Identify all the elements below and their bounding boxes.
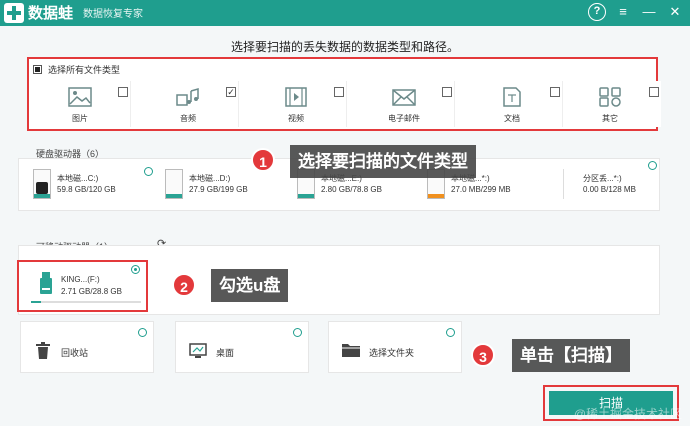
music-icon bbox=[175, 87, 201, 107]
drive-size: 59.8 GB/120 GB bbox=[57, 185, 116, 194]
drive-radio[interactable] bbox=[144, 167, 153, 176]
usb-drive-radio-selected[interactable] bbox=[131, 265, 140, 274]
desktop-icon bbox=[188, 342, 208, 360]
drive-item[interactable]: 分区丢...*:) 0.00 B/128 MB bbox=[563, 161, 659, 209]
drive-name: 本地磁...D:) bbox=[189, 174, 231, 183]
menu-icon[interactable]: ≡ bbox=[614, 3, 632, 21]
drive-item[interactable]: 本地磁...D:) 27.9 GB/199 GB bbox=[165, 167, 293, 209]
app-name: 数据蛙 bbox=[28, 5, 74, 22]
app-logo: 数据蛙 数据恢复专家 bbox=[4, 2, 143, 23]
drive-size: 27.9 GB/199 GB bbox=[189, 185, 248, 194]
file-type-document[interactable]: 文档 bbox=[471, 81, 563, 127]
instruction-text: 选择要扫描的丢失数据的数据类型和路径。 bbox=[230, 40, 459, 54]
hard-drive-icon bbox=[165, 169, 183, 199]
drive-size: 27.0 MB/299 MB bbox=[451, 185, 511, 194]
drive-name: KING...(F:) bbox=[61, 275, 100, 284]
location-label: 选择文件夹 bbox=[369, 348, 415, 358]
file-type-checkbox[interactable] bbox=[334, 87, 344, 97]
drive-size: 2.71 GB/28.8 GB bbox=[61, 287, 122, 296]
location-desktop[interactable]: 桌面 bbox=[175, 321, 309, 373]
step-1-callout: 选择要扫描的文件类型 bbox=[290, 145, 476, 178]
file-type-label: 电子邮件 bbox=[388, 114, 420, 123]
usage-bar bbox=[31, 301, 141, 303]
usb-drive-item[interactable]: KING...(F:) 2.71 GB/28.8 GB bbox=[17, 260, 148, 312]
file-type-other[interactable]: 其它 bbox=[569, 81, 661, 127]
drive-name: 分区丢...*:) bbox=[583, 174, 622, 183]
partition-divider bbox=[563, 169, 564, 199]
usb-drive-icon bbox=[39, 272, 52, 294]
step-2-badge: 2 bbox=[172, 273, 196, 297]
file-type-email[interactable]: 电子邮件 bbox=[363, 81, 455, 127]
app-subtitle: 数据恢复专家 bbox=[83, 9, 144, 20]
drive-name: 本地磁...C:) bbox=[57, 174, 99, 183]
file-type-image[interactable]: 图片 bbox=[39, 81, 131, 127]
location-label: 回收站 bbox=[61, 348, 89, 358]
drive-size: 2.80 GB/78.8 GB bbox=[321, 185, 382, 194]
other-icon bbox=[597, 87, 623, 107]
step-3-callout: 单击【扫描】 bbox=[512, 339, 630, 372]
file-type-checkbox[interactable] bbox=[118, 87, 128, 97]
select-all-box[interactable] bbox=[33, 65, 42, 74]
trash-icon bbox=[33, 342, 53, 360]
drive-radio[interactable] bbox=[648, 161, 657, 170]
file-types-panel: 选择所有文件类型 图片 音频 ✓ 视频 电子邮件 文档 其它 bbox=[27, 57, 661, 131]
plus-logo-icon bbox=[4, 2, 24, 23]
close-icon[interactable]: ✕ bbox=[666, 3, 684, 21]
file-type-label: 其它 bbox=[602, 114, 618, 123]
minimize-icon[interactable]: — bbox=[640, 3, 658, 21]
file-type-checkbox[interactable] bbox=[550, 87, 560, 97]
select-all-checkbox[interactable]: 选择所有文件类型 bbox=[33, 63, 120, 76]
file-type-checkbox[interactable]: ✓ bbox=[226, 87, 236, 97]
location-radio[interactable] bbox=[138, 328, 147, 337]
file-type-label: 文档 bbox=[504, 114, 520, 123]
windows-logo-icon bbox=[36, 182, 48, 194]
file-type-label: 音频 bbox=[180, 114, 196, 123]
step-1-badge: 1 bbox=[251, 148, 275, 172]
file-type-label: 图片 bbox=[72, 114, 88, 123]
location-select-folder[interactable]: 选择文件夹 bbox=[328, 321, 462, 373]
help-icon[interactable]: ? bbox=[588, 3, 606, 21]
usage-bar-fill bbox=[31, 301, 41, 303]
watermark: @稀土掘金技术社区 bbox=[573, 407, 682, 421]
hard-drive-icon bbox=[33, 169, 51, 199]
location-recycle-bin[interactable]: 回收站 bbox=[20, 321, 154, 373]
file-type-video[interactable]: 视频 bbox=[255, 81, 347, 127]
title-bar: 数据蛙 数据恢复专家 ? ≡ — ✕ bbox=[0, 0, 690, 26]
file-type-label: 视频 bbox=[288, 114, 304, 123]
image-icon bbox=[67, 87, 93, 107]
location-radio[interactable] bbox=[446, 328, 455, 337]
file-type-checkbox[interactable] bbox=[649, 87, 659, 97]
mail-icon bbox=[391, 87, 417, 107]
step-2-callout: 勾选u盘 bbox=[211, 269, 289, 302]
video-icon bbox=[283, 87, 309, 107]
select-all-label: 选择所有文件类型 bbox=[48, 65, 121, 75]
drive-item[interactable]: 本地磁...C:) 59.8 GB/120 GB bbox=[33, 167, 161, 209]
drive-size: 0.00 B/128 MB bbox=[583, 185, 636, 194]
step-3-badge: 3 bbox=[471, 343, 495, 367]
location-label: 桌面 bbox=[216, 348, 235, 358]
location-radio[interactable] bbox=[293, 328, 302, 337]
file-type-checkbox[interactable] bbox=[442, 87, 452, 97]
folder-icon bbox=[341, 342, 361, 360]
document-icon bbox=[499, 87, 525, 107]
file-type-audio[interactable]: 音频 ✓ bbox=[147, 81, 239, 127]
